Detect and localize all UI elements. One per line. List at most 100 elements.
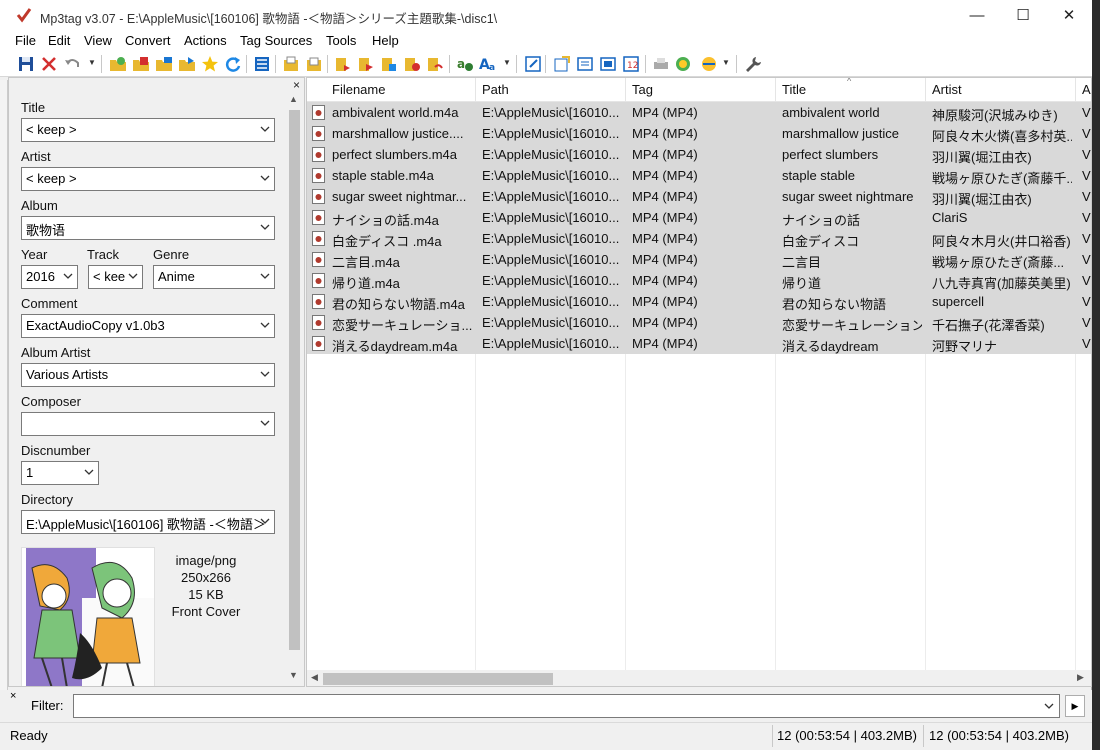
filter-apply-button[interactable]: ▶: [1065, 695, 1085, 717]
save-icon[interactable]: [17, 55, 35, 73]
column-header-filename[interactable]: Filename: [332, 82, 385, 97]
list-view-icon[interactable]: [253, 55, 271, 73]
file-row[interactable]: perfect slumbers.m4a E:\AppleMusic\[16010…: [307, 144, 1091, 165]
menu-tools[interactable]: Tools: [326, 33, 356, 48]
album-artist-field[interactable]: Various Artists: [21, 363, 275, 387]
audio-file-icon: [312, 210, 325, 225]
scroll-down-icon[interactable]: ▼: [289, 670, 298, 680]
star-icon[interactable]: [201, 55, 219, 73]
menu-actions[interactable]: Actions: [184, 33, 227, 48]
artist-field[interactable]: < keep >: [21, 167, 275, 191]
file-row[interactable]: 君の知らない物語.m4a E:\AppleMusic\[16010... MP4 (…: [307, 291, 1091, 312]
title-field[interactable]: < keep >: [21, 118, 275, 142]
file-row[interactable]: ambivalent world.m4a E:\AppleMusic\[16010…: [307, 102, 1091, 123]
file-row[interactable]: 二言目.m4a E:\AppleMusic\[16010... MP4 (MP4) 二…: [307, 249, 1091, 270]
paste-tag-icon[interactable]: [305, 55, 323, 73]
column-divider[interactable]: [1075, 78, 1076, 102]
album-field[interactable]: 歌物语: [21, 216, 275, 240]
menu-file[interactable]: File: [15, 33, 36, 48]
cell-title: 白金ディスコ: [782, 234, 860, 249]
tag-panel-scrollbar[interactable]: ▲ ▼: [286, 92, 303, 686]
column-header-artist[interactable]: Artist: [932, 82, 962, 97]
status-total-count: 12 (00:53:54 | 403.2MB): [929, 728, 1069, 743]
scroll-right-icon[interactable]: ▶: [1077, 672, 1084, 683]
refresh-icon[interactable]: [224, 55, 242, 73]
column-header-path[interactable]: Path: [482, 82, 509, 97]
cell-path: E:\AppleMusic\[16010...: [482, 336, 620, 351]
change-directory-icon[interactable]: [109, 55, 127, 73]
file-row[interactable]: sugar sweet nightmar... E:\AppleMusic\[16…: [307, 186, 1091, 207]
remove-tag-icon[interactable]: [40, 55, 58, 73]
cell-filename: 帰り道.m4a: [332, 276, 400, 291]
composer-field[interactable]: [21, 412, 275, 436]
menu-help[interactable]: Help: [372, 33, 399, 48]
add-directory-icon[interactable]: [132, 55, 150, 73]
discnumber-field[interactable]: 1: [21, 461, 99, 485]
cover-art-image[interactable]: [21, 547, 155, 686]
undo-dropdown-icon[interactable]: ▼: [88, 58, 96, 67]
cell-a: V: [1082, 189, 1091, 204]
directory-field[interactable]: E:\AppleMusic\[160106] 歌物語 -＜物語＞: [21, 510, 275, 534]
track-field[interactable]: < kee: [88, 265, 143, 289]
undo-icon[interactable]: [63, 55, 81, 73]
case-conversion-icon[interactable]: Aa: [479, 55, 497, 73]
cell-artist: 八九寺真宵(加藤英美里): [932, 276, 1071, 291]
filename-filename-icon[interactable]: [380, 55, 398, 73]
column-divider[interactable]: [625, 78, 626, 102]
open-folder-icon[interactable]: [178, 55, 196, 73]
actions-dropdown-icon[interactable]: ▼: [503, 58, 511, 67]
filter-close-icon[interactable]: ×: [10, 690, 16, 702]
edit-extended-tags-icon[interactable]: [524, 55, 542, 73]
tag-filename-icon[interactable]: [334, 55, 352, 73]
toolbar-separator: [516, 55, 517, 73]
scroll-up-icon[interactable]: ▲: [289, 94, 298, 104]
tag-sources-dropdown-icon[interactable]: ▼: [722, 58, 730, 67]
tag-panel-close-icon[interactable]: ×: [293, 78, 300, 92]
scroll-left-icon[interactable]: ◀: [311, 672, 318, 683]
close-button[interactable]: ✕: [1046, 0, 1092, 31]
comment-field[interactable]: ExactAudioCopy v1.0b3: [21, 314, 275, 338]
text-file-tag-icon[interactable]: [403, 55, 421, 73]
column-header-tag[interactable]: Tag: [632, 82, 653, 97]
cell-path: E:\AppleMusic\[16010...: [482, 168, 620, 183]
genre-field[interactable]: Anime: [153, 265, 275, 289]
column-header-title[interactable]: Title: [782, 82, 806, 97]
menu-tag-sources[interactable]: Tag Sources: [240, 33, 312, 48]
file-row[interactable]: 帰り道.m4a E:\AppleMusic\[16010... MP4 (MP4) 帰…: [307, 270, 1091, 291]
column-divider[interactable]: [475, 78, 476, 102]
file-row[interactable]: ナイショの話.m4a E:\AppleMusic\[16010... MP4 (MP…: [307, 207, 1091, 228]
favorite-directories-icon[interactable]: [155, 55, 173, 73]
menu-edit[interactable]: Edit: [48, 33, 70, 48]
file-row[interactable]: 白金ディスコ .m4a E:\AppleMusic\[16010... MP4 (M…: [307, 228, 1091, 249]
column-header-album[interactable]: A: [1082, 82, 1091, 97]
cell-a: V: [1082, 336, 1091, 351]
tag-tag-icon[interactable]: [426, 55, 444, 73]
file-row[interactable]: 消えるdaydream.m4a E:\AppleMusic\[16010... MP…: [307, 333, 1091, 354]
tag-sources-icon[interactable]: [700, 55, 718, 73]
file-row[interactable]: marshmallow justice.... E:\AppleMusic\[16…: [307, 123, 1091, 144]
maximize-button[interactable]: ☐: [1000, 0, 1046, 31]
menu-convert[interactable]: Convert: [125, 33, 171, 48]
file-row[interactable]: staple stable.m4a E:\AppleMusic\[16010...…: [307, 165, 1091, 186]
filter-input[interactable]: [73, 694, 1060, 718]
copy-tag-icon[interactable]: [282, 55, 300, 73]
file-list-horizontal-scrollbar[interactable]: ◀ ▶: [307, 670, 1091, 686]
playlist-icon[interactable]: [576, 55, 594, 73]
menu-view[interactable]: View: [84, 33, 112, 48]
numbering-wizard-icon[interactable]: 12: [622, 55, 640, 73]
column-divider[interactable]: [925, 78, 926, 102]
auto-numbering-icon[interactable]: a: [456, 55, 474, 73]
print-icon[interactable]: [652, 55, 670, 73]
year-field[interactable]: 2016: [21, 265, 78, 289]
column-divider[interactable]: [775, 78, 776, 102]
scrollbar-thumb[interactable]: [323, 673, 553, 685]
export-icon[interactable]: [553, 55, 571, 73]
file-row[interactable]: 恋愛サーキュレーショ... E:\AppleMusic\[16010... MP4 …: [307, 312, 1091, 333]
minimize-button[interactable]: —: [954, 0, 1000, 31]
filename-tag-icon[interactable]: [357, 55, 375, 73]
web-source-icon[interactable]: [674, 55, 692, 73]
chevron-down-icon[interactable]: [1043, 699, 1055, 713]
show-tag-icon[interactable]: [599, 55, 617, 73]
scrollbar-thumb[interactable]: [289, 110, 300, 650]
options-wrench-icon[interactable]: [744, 55, 762, 73]
